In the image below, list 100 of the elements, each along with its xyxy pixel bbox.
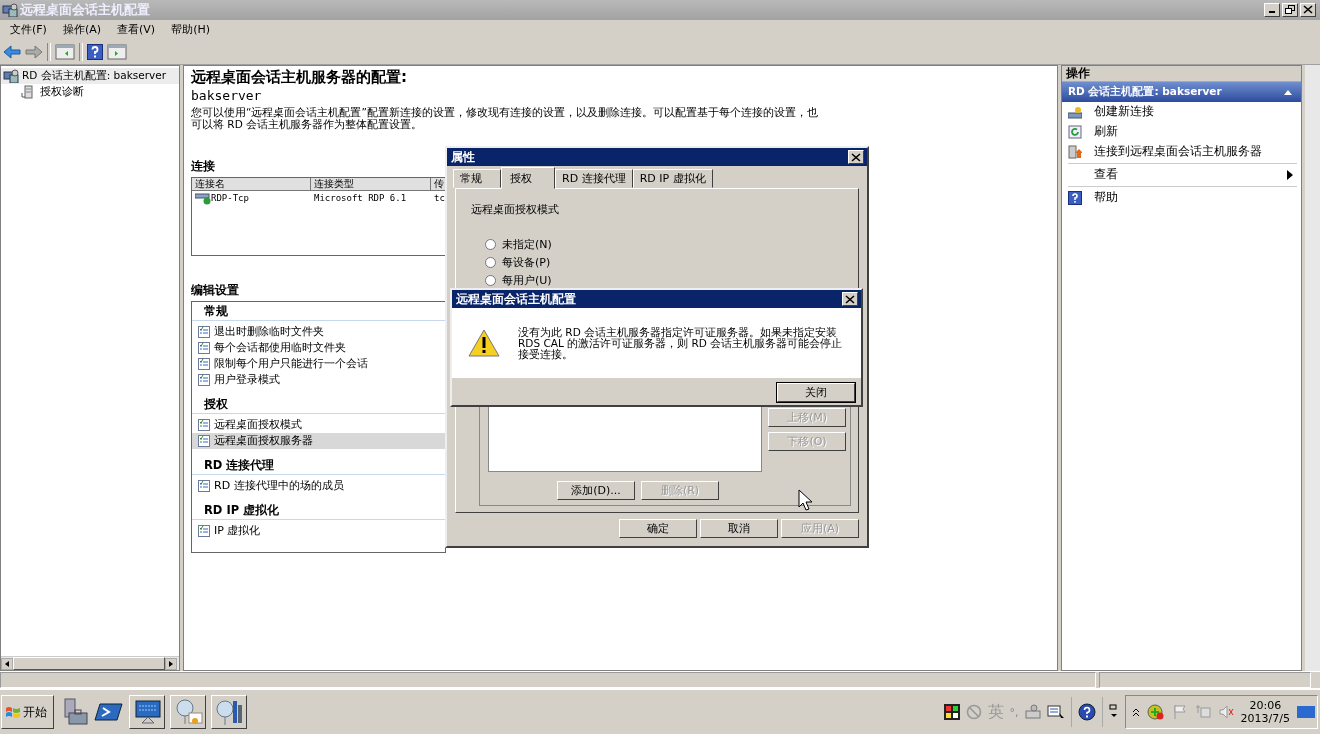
clock[interactable]: 20:06 2013/7/5 — [1240, 699, 1290, 726]
start-button[interactable]: 开始 — [1, 695, 54, 730]
cell-text: RDP-Tcp — [211, 192, 249, 203]
scroll-thumb[interactable] — [13, 657, 165, 671]
column-header[interactable]: 连接类型 — [311, 177, 431, 191]
tools-icon — [214, 697, 244, 728]
document-icon — [197, 433, 211, 448]
radio-option[interactable]: 每设备(P) — [485, 255, 858, 269]
action-item[interactable]: 查看 — [1062, 164, 1301, 185]
warning-icon — [468, 329, 500, 357]
close-dialog-button[interactable]: 关闭 — [777, 383, 855, 402]
close-icon — [851, 152, 861, 162]
setting-item[interactable]: 远程桌面授权模式 — [192, 416, 445, 433]
back-icon[interactable] — [3, 44, 21, 59]
dialog-button[interactable]: 确定 — [619, 519, 697, 538]
menu-item[interactable]: 查看(V) — [111, 22, 162, 38]
actions-header: 操作 — [1062, 65, 1301, 82]
setting-item[interactable]: RD 连接代理中的场的成员 — [192, 477, 445, 494]
document-icon — [197, 478, 211, 493]
document-icon — [197, 340, 211, 355]
horizontal-scrollbar[interactable] — [1, 656, 179, 671]
app-icon — [2, 3, 18, 17]
taskbar-button[interactable] — [170, 695, 206, 730]
taskbar-button[interactable] — [211, 695, 247, 730]
document-icon — [197, 372, 211, 387]
section-title: 连接 — [191, 157, 215, 175]
window-title: 远程桌面会话主机配置 — [20, 1, 150, 19]
dialog-title: 远程桌面会话主机配置 — [456, 290, 576, 308]
setting-item[interactable]: 每个会话都使用临时文件夹 — [192, 339, 445, 356]
close-icon — [845, 294, 855, 304]
list-button[interactable]: 添加(D)... — [557, 481, 635, 500]
document-icon — [197, 523, 211, 538]
group-header: RD IP 虚拟化 — [192, 500, 445, 520]
setting-item[interactable]: 用户登录模式 — [192, 371, 445, 388]
action-item[interactable]: 创建新连接 — [1062, 101, 1301, 122]
app-icon — [3, 68, 19, 83]
setting-item[interactable]: 限制每个用户只能进行一个会话 — [192, 355, 445, 372]
radio-option[interactable]: 每用户(U) — [485, 273, 858, 287]
message-text: 没有为此 RD 会话主机服务器指定许可证服务器。如果未指定安装 RDS CAL 的激活许可证服务器，则 RD 会话主机服务器可能会停止接受连接。 — [518, 326, 844, 360]
document-icon — [197, 324, 211, 339]
cell-text: tc — [434, 192, 445, 203]
scroll-left-icon — [1, 657, 13, 670]
setting-item[interactable]: 远程桌面授权服务器 — [192, 432, 445, 449]
radio-option[interactable]: 未指定(N) — [485, 237, 858, 251]
connection-icon — [1068, 104, 1082, 119]
document-icon — [197, 356, 211, 371]
dialog-title: 属性 — [451, 148, 475, 166]
group-label: 远程桌面授权模式 — [471, 202, 560, 217]
ime-icon[interactable] — [943, 704, 960, 721]
keyboard-icon[interactable] — [1024, 704, 1041, 721]
action-item[interactable]: 刷新 — [1062, 121, 1301, 142]
speaker-icon[interactable] — [1217, 704, 1234, 721]
tab[interactable]: RD IP 虚拟化 — [632, 169, 713, 188]
group-header: 授权 — [192, 394, 445, 414]
soft-keyboard-icon[interactable] — [1046, 704, 1065, 721]
restore-icon — [1285, 5, 1295, 15]
maximize-button[interactable] — [1282, 3, 1298, 17]
scroll-right-icon — [165, 657, 177, 670]
menu-item[interactable]: 文件(F) — [4, 22, 53, 38]
group-header: RD 连接代理 — [192, 455, 445, 475]
dialog-button[interactable]: 取消 — [700, 519, 778, 538]
group-header: 常规 — [192, 301, 445, 321]
cell-text: Microsoft RDP 6.1 — [314, 192, 407, 203]
tab[interactable]: 授权 — [501, 167, 555, 189]
pane-toggle-icon[interactable] — [55, 43, 75, 60]
tree-item[interactable]: 授权诊断 — [1, 83, 179, 100]
action-item[interactable]: 连接到远程桌面会话主机服务器 — [1062, 141, 1301, 162]
tab[interactable]: RD 连接代理 — [555, 169, 633, 188]
document-icon — [197, 417, 211, 432]
actions-section-header[interactable]: RD 会话主机配置: bakserver — [1062, 81, 1301, 102]
clock-time: 20:06 — [1249, 699, 1282, 713]
close-icon — [1303, 5, 1313, 15]
setting-item[interactable]: IP 虚拟化 — [192, 522, 445, 539]
column-header[interactable]: 连接名 — [192, 177, 311, 191]
menu-item[interactable]: 操作(A) — [56, 22, 108, 38]
minimize-button[interactable] — [1264, 3, 1280, 17]
network-status-icon[interactable] — [1146, 704, 1165, 721]
clock-date: 2013/7/5 — [1240, 712, 1290, 726]
show-desktop-button[interactable] — [1297, 706, 1315, 719]
section-label: RD 会话主机配置: bakserver — [1068, 84, 1222, 99]
close-button[interactable] — [842, 292, 858, 306]
windows-flag-icon — [5, 705, 21, 720]
close-button[interactable] — [1300, 3, 1316, 17]
submenu-arrow-icon — [1287, 169, 1293, 180]
help-icon[interactable] — [87, 43, 103, 60]
tree-item[interactable]: RD 会话主机配置: bakserver — [1, 67, 179, 84]
action-item[interactable]: 帮助 — [1062, 187, 1301, 208]
taskbar-button[interactable] — [129, 695, 165, 730]
menu-item[interactable]: 帮助(H) — [165, 22, 216, 38]
close-button[interactable] — [848, 150, 864, 164]
expand-icon[interactable] — [1131, 707, 1140, 718]
help-icon[interactable] — [1077, 703, 1096, 722]
page-heading: 远程桌面会话主机服务器的配置: — [191, 67, 408, 87]
server-name: bakserver — [191, 87, 263, 103]
server-icon — [1068, 144, 1082, 159]
description-text: 您可以使用“远程桌面会话主机配置”配置新连接的设置，修改现有连接的设置，以及删除连接。可以配置基于每个连接的设置，也可以将 RD 会话主机服务器作为整体配置设置。 — [191, 105, 819, 130]
help-icon — [1068, 190, 1082, 205]
refresh-icon — [1068, 124, 1082, 139]
setting-item[interactable]: 退出时删除临时文件夹 — [192, 323, 445, 340]
section-title: 编辑设置 — [191, 281, 239, 299]
